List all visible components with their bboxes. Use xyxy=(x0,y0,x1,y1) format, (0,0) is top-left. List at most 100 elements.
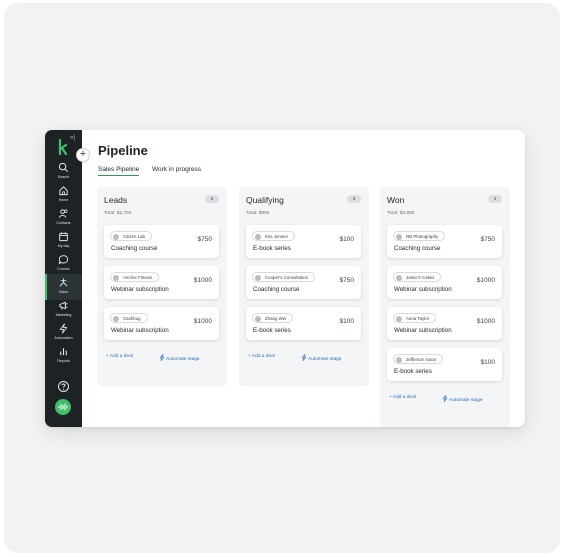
waveform-icon xyxy=(58,403,68,411)
deal-name: Webinar subscription xyxy=(111,286,169,293)
add-deal-link[interactable]: + Add a deal xyxy=(248,354,275,359)
deal-card[interactable]: Zhang Wei E-book series $100 xyxy=(246,307,361,340)
automate-stage-link[interactable]: Automate stage xyxy=(301,354,342,362)
contact-chip[interactable]: Anna Taylor xyxy=(393,313,437,323)
deal-name: Coaching course xyxy=(253,286,300,293)
contact-name: Anna Taylor xyxy=(406,316,430,321)
automate-stage-link[interactable]: Automate stage xyxy=(442,395,483,403)
help-icon[interactable] xyxy=(57,380,70,393)
deal-card[interactable]: RB Photography Coaching course $750 xyxy=(387,225,502,258)
contact-name: Citizen Lab xyxy=(123,234,145,239)
calendar-icon xyxy=(59,232,68,242)
automate-stage-label: Automate stage xyxy=(166,357,200,362)
nav-label: Search xyxy=(57,175,70,179)
pipeline-column-0: Leads 3 Total: $2,750 Citizen Lab Coaching c… xyxy=(97,187,227,386)
tab-work-in-progress[interactable]: Work in progress xyxy=(152,166,201,173)
nav-label: Reports xyxy=(57,359,70,363)
reports-icon xyxy=(60,348,67,356)
lightning-icon xyxy=(159,354,165,361)
nav-label: Automation xyxy=(54,336,73,340)
deal-count-badge: 4 xyxy=(488,195,502,203)
contact-avatar-icon xyxy=(396,275,402,281)
deal-value: $750 xyxy=(197,236,212,243)
deal-name: Webinar subscription xyxy=(394,286,452,293)
contact-avatar-icon xyxy=(255,234,261,240)
nav-label: My day xyxy=(57,244,70,248)
contact-name: Zhang Wei xyxy=(265,316,287,321)
deal-value: $1000 xyxy=(476,318,495,325)
column-total: Total: $2,850 xyxy=(387,211,415,216)
deal-value: $100 xyxy=(339,318,354,325)
automate-stage-label: Automate stage xyxy=(308,357,342,362)
automate-stage-label: Automate stage xyxy=(449,398,483,403)
contact-avatar-icon xyxy=(113,275,119,281)
deal-card[interactable]: Cashbug Webinar subscription $1000 xyxy=(104,307,219,340)
nav-label: Comms xyxy=(57,267,70,271)
deal-name: Coaching course xyxy=(111,245,158,252)
deal-card[interactable]: Anna Taylor Webinar subscription $1000 xyxy=(387,307,502,340)
deal-card[interactable]: Cooper's Consultation Coaching course $750 xyxy=(246,266,361,299)
add-deal-link[interactable]: + Add a deal xyxy=(389,395,416,400)
contact-avatar-icon xyxy=(396,357,402,363)
contact-chip[interactable]: Citizen Lab xyxy=(110,231,152,241)
contact-chip[interactable]: Cashbug xyxy=(110,313,148,323)
contact-avatar-icon xyxy=(396,316,402,322)
contact-avatar-icon xyxy=(396,234,402,240)
contact-chip[interactable]: Kris Jensen xyxy=(252,231,295,241)
contact-name: Jefferson Autos xyxy=(406,357,437,362)
collapse-sidebar-icon[interactable]: »| xyxy=(70,135,75,141)
deal-name: Coaching course xyxy=(394,245,441,252)
deal-value: $750 xyxy=(480,236,495,243)
deal-name: E-book series xyxy=(253,327,291,334)
contact-avatar-icon xyxy=(113,316,119,322)
contact-chip[interactable]: RB Photography xyxy=(393,231,446,241)
column-title: Qualifying xyxy=(246,195,284,205)
deal-card[interactable]: Anchor Fitness Webinar subscription $1000 xyxy=(104,266,219,299)
nav-label: Contacts xyxy=(56,221,71,225)
contact-name: Anchor Fitness xyxy=(123,275,153,280)
contact-avatar-icon xyxy=(113,234,119,240)
column-total: Total: $950 xyxy=(246,211,270,216)
deal-card[interactable]: Kris Jensen E-book series $100 xyxy=(246,225,361,258)
pipeline-column-1: Qualifying 3 Total: $950 Kris Jensen E-book … xyxy=(239,187,369,386)
nav-label: Sales xyxy=(59,290,68,294)
automation-icon xyxy=(59,323,68,334)
tab-sales-pipeline[interactable]: Sales Pipeline xyxy=(98,166,140,176)
deal-value: $750 xyxy=(339,277,354,284)
deal-name: E-book series xyxy=(253,245,291,252)
contact-chip[interactable]: Zhang Wei xyxy=(252,313,294,323)
contact-name: RB Photography xyxy=(406,234,439,239)
deal-name: E-book series xyxy=(394,368,432,375)
contacts-icon xyxy=(58,209,68,218)
page-title: Pipeline xyxy=(98,143,148,158)
deal-value: $1000 xyxy=(476,277,495,284)
contact-avatar-icon xyxy=(255,316,261,322)
column-title: Won xyxy=(387,195,405,205)
deal-card[interactable]: Jamie's Cakes Webinar subscription $1000 xyxy=(387,266,502,299)
automate-stage-link[interactable]: Automate stage xyxy=(159,354,200,362)
deal-card[interactable]: Jefferson Autos E-book series $100 xyxy=(387,348,502,381)
deal-card[interactable]: Citizen Lab Coaching course $750 xyxy=(104,225,219,258)
sidebar: »| Search Home Contacts My day Comms Sal… xyxy=(45,130,82,427)
lightning-icon xyxy=(442,395,448,402)
contact-name: Cooper's Consultation xyxy=(265,275,309,280)
chat-icon xyxy=(58,255,69,265)
add-deal-link[interactable]: + Add a deal xyxy=(106,354,133,359)
user-avatar[interactable] xyxy=(55,399,71,415)
sales-icon xyxy=(59,278,68,287)
deal-count-badge: 3 xyxy=(347,195,361,203)
marketing-icon xyxy=(59,301,68,310)
contact-chip[interactable]: Cooper's Consultation xyxy=(252,272,316,282)
nav-reports[interactable]: Reports xyxy=(45,346,82,372)
contact-chip[interactable]: Jamie's Cakes xyxy=(393,272,442,282)
lightning-icon xyxy=(301,354,307,361)
nav-label: Home xyxy=(58,198,69,202)
keap-logo xyxy=(58,139,68,155)
contact-name: Jamie's Cakes xyxy=(406,275,435,280)
nav-label: Marketing xyxy=(55,313,72,317)
nav-sales[interactable]: Sales xyxy=(45,274,82,300)
create-button[interactable]: + xyxy=(76,148,90,162)
column-title: Leads xyxy=(104,195,128,205)
contact-chip[interactable]: Jefferson Autos xyxy=(393,354,444,364)
contact-chip[interactable]: Anchor Fitness xyxy=(110,272,160,282)
